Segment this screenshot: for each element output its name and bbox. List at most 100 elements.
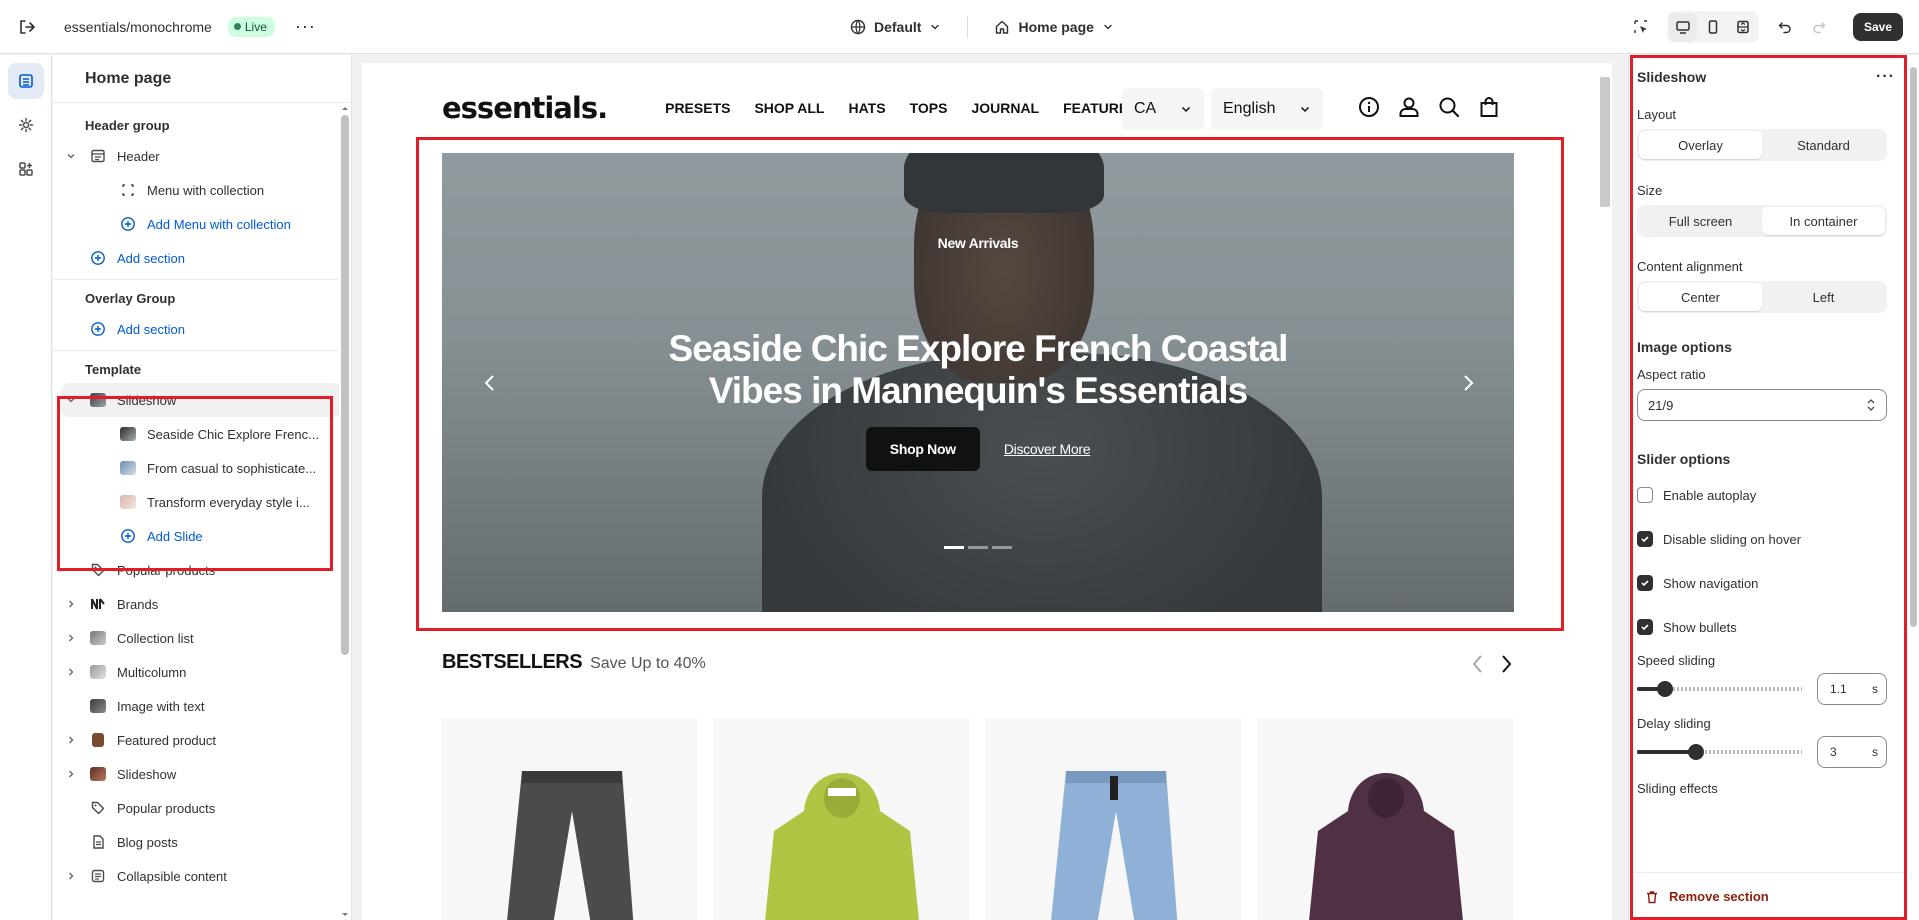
settings-scrollbar[interactable] [1908, 55, 1919, 920]
info-icon[interactable] [1358, 96, 1380, 118]
remove-section-button[interactable]: Remove section [1629, 872, 1909, 920]
layout-option-standard[interactable]: Standard [1762, 131, 1885, 159]
carousel-next-icon[interactable] [1498, 653, 1514, 675]
chevron-right-icon[interactable] [65, 599, 77, 609]
country-select[interactable]: CA [1122, 88, 1204, 130]
sidebar-item-popular-products-2[interactable]: Popular products [53, 791, 351, 825]
cart-icon[interactable] [1478, 96, 1500, 118]
save-button[interactable]: Save [1852, 13, 1903, 41]
slider-handle[interactable] [1657, 681, 1674, 697]
delay-input[interactable]: 3 s [1817, 736, 1887, 768]
chevron-right-icon[interactable] [65, 769, 77, 779]
slider-handle[interactable] [1688, 744, 1705, 760]
sidebar-item-slide-3[interactable]: Transform everyday style i... [53, 485, 351, 519]
scrollbar-thumb[interactable] [341, 115, 349, 655]
more-options-icon[interactable]: ··· [1876, 68, 1895, 86]
mobile-view-icon[interactable] [1699, 13, 1727, 41]
theme-dropdown[interactable]: Default [850, 19, 941, 35]
sidebar-item-slide-2[interactable]: From casual to sophisticate... [53, 451, 351, 485]
sidebar-item-slideshow[interactable]: Slideshow [61, 383, 341, 417]
checkbox-box[interactable] [1637, 487, 1653, 503]
nav-item-tops[interactable]: TOPS [910, 100, 948, 116]
chevron-down-icon[interactable] [65, 395, 77, 405]
chevron-right-icon[interactable] [65, 667, 77, 677]
speed-slider[interactable] [1637, 681, 1802, 697]
slide-bullet[interactable] [968, 546, 988, 549]
alignment-option-left[interactable]: Left [1762, 283, 1885, 311]
delay-slider[interactable] [1637, 744, 1802, 760]
nav-item-presets[interactable]: PRESETS [665, 100, 730, 116]
sidebar-item-collapsible-content[interactable]: Collapsible content [53, 859, 351, 893]
inspector-icon[interactable] [1627, 13, 1655, 41]
sidebar-item-image-with-text[interactable]: Image with text [53, 689, 351, 723]
slide-bullet[interactable] [992, 546, 1012, 549]
add-section-header-button[interactable]: Add section [53, 241, 351, 275]
chevron-down-icon[interactable] [65, 151, 77, 161]
exit-icon[interactable] [0, 0, 54, 54]
checkmark-icon[interactable] [1637, 531, 1653, 547]
layout-option-overlay[interactable]: Overlay [1639, 131, 1762, 159]
preview-scrollbar[interactable] [1600, 69, 1610, 914]
theme-settings-gear-icon[interactable] [8, 107, 44, 143]
sidebar-item-featured-product[interactable]: Featured product [53, 723, 351, 757]
nav-item-journal[interactable]: JOURNAL [971, 100, 1039, 116]
size-option-full-screen[interactable]: Full screen [1639, 207, 1762, 235]
product-card[interactable] [442, 718, 698, 920]
size-option-in-container[interactable]: In container [1762, 207, 1885, 235]
sidebar-item-brands[interactable]: Brands [53, 587, 351, 621]
store-preview: essentials. PRESETS SHOP ALL HATS TOPS J… [362, 63, 1612, 920]
store-logo[interactable]: essentials. [442, 91, 608, 125]
chevron-down-icon [1104, 24, 1112, 30]
chevron-right-icon[interactable] [65, 871, 77, 881]
sidebar-item-menu-with-collection[interactable]: Menu with collection [53, 173, 351, 207]
nav-item-hats[interactable]: HATS [848, 100, 885, 116]
product-card[interactable] [986, 718, 1242, 920]
carousel-prev-icon[interactable] [1470, 653, 1486, 675]
remove-section-label: Remove section [1669, 889, 1769, 904]
checkmark-icon[interactable] [1637, 619, 1653, 635]
chevron-right-icon[interactable] [65, 633, 77, 643]
slideshow-hero[interactable]: New Arrivals Seaside Chic Explore French… [442, 153, 1514, 612]
slide-next-arrow-icon[interactable] [1456, 371, 1480, 395]
scrollbar-thumb[interactable] [1910, 67, 1917, 627]
sidebar-item-slide-1[interactable]: Seaside Chic Explore Frenc... [53, 417, 351, 451]
sidebar-item-slideshow-2[interactable]: Slideshow [53, 757, 351, 791]
nav-item-shop-all[interactable]: SHOP ALL [754, 100, 824, 116]
page-dropdown[interactable]: Home page [994, 19, 1113, 35]
sidebar-scrollbar[interactable] [339, 103, 351, 920]
alignment-option-center[interactable]: Center [1639, 283, 1762, 311]
full-width-icon[interactable] [1729, 13, 1757, 41]
show-bullets-checkbox[interactable]: Show bullets [1637, 605, 1909, 649]
slide-prev-arrow-icon[interactable] [478, 371, 502, 395]
discover-more-link[interactable]: Discover More [1004, 441, 1091, 457]
product-card[interactable] [1258, 718, 1514, 920]
redo-icon[interactable] [1805, 13, 1833, 41]
product-card[interactable] [714, 718, 970, 920]
language-select[interactable]: English [1211, 88, 1323, 130]
apps-icon[interactable] [8, 151, 44, 187]
add-menu-with-collection-button[interactable]: Add Menu with collection [53, 207, 351, 241]
add-slide-button[interactable]: Add Slide [53, 519, 351, 553]
sidebar-item-collection-list[interactable]: Collection list [53, 621, 351, 655]
shop-now-button[interactable]: Shop Now [865, 427, 980, 471]
chevron-right-icon[interactable] [65, 735, 77, 745]
checkmark-icon[interactable] [1637, 575, 1653, 591]
sidebar-item-multicolumn[interactable]: Multicolumn [53, 655, 351, 689]
show-navigation-checkbox[interactable]: Show navigation [1637, 561, 1909, 605]
speed-input[interactable]: 1.1 s [1817, 673, 1887, 705]
sidebar-item-popular-products[interactable]: Popular products [53, 553, 351, 587]
scrollbar-thumb[interactable] [1600, 77, 1610, 207]
disable-sliding-hover-checkbox[interactable]: Disable sliding on hover [1637, 517, 1909, 561]
add-section-overlay-button[interactable]: Add section [53, 312, 351, 346]
desktop-view-icon[interactable] [1668, 13, 1697, 41]
sections-icon[interactable] [8, 63, 44, 99]
account-icon[interactable] [1398, 96, 1420, 118]
sidebar-item-blog-posts[interactable]: Blog posts [53, 825, 351, 859]
more-options-icon[interactable]: ··· [295, 16, 316, 37]
search-icon[interactable] [1438, 96, 1460, 118]
aspect-ratio-select[interactable]: 21/9 [1637, 389, 1887, 421]
enable-autoplay-checkbox[interactable]: Enable autoplay [1637, 473, 1909, 517]
slide-bullet[interactable] [944, 546, 964, 549]
sidebar-item-header[interactable]: Header [53, 139, 351, 173]
undo-icon[interactable] [1771, 13, 1799, 41]
